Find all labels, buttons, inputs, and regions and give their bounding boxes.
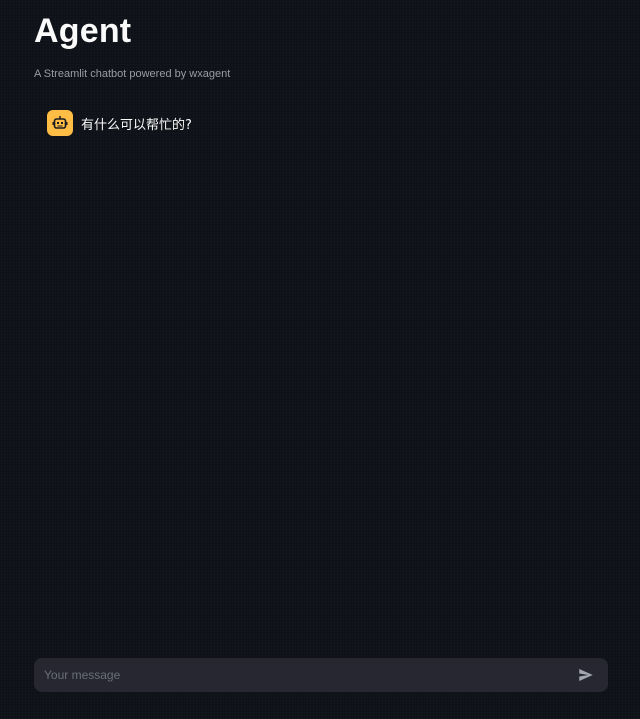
chat-input-bar [34, 657, 608, 693]
app-container: Agent A Streamlit chatbot powered by wxa… [0, 0, 640, 719]
bot-icon [47, 110, 73, 136]
page-caption: A Streamlit chatbot powered by wxagent [34, 68, 231, 80]
chat-message-assistant: 有什么可以帮忙的? [47, 110, 192, 136]
send-button[interactable] [572, 661, 600, 689]
assistant-message-text: 有什么可以帮忙的? [81, 117, 192, 133]
page-title: Agent [34, 12, 132, 50]
send-icon [579, 669, 593, 681]
chat-message-input[interactable] [42, 657, 572, 693]
